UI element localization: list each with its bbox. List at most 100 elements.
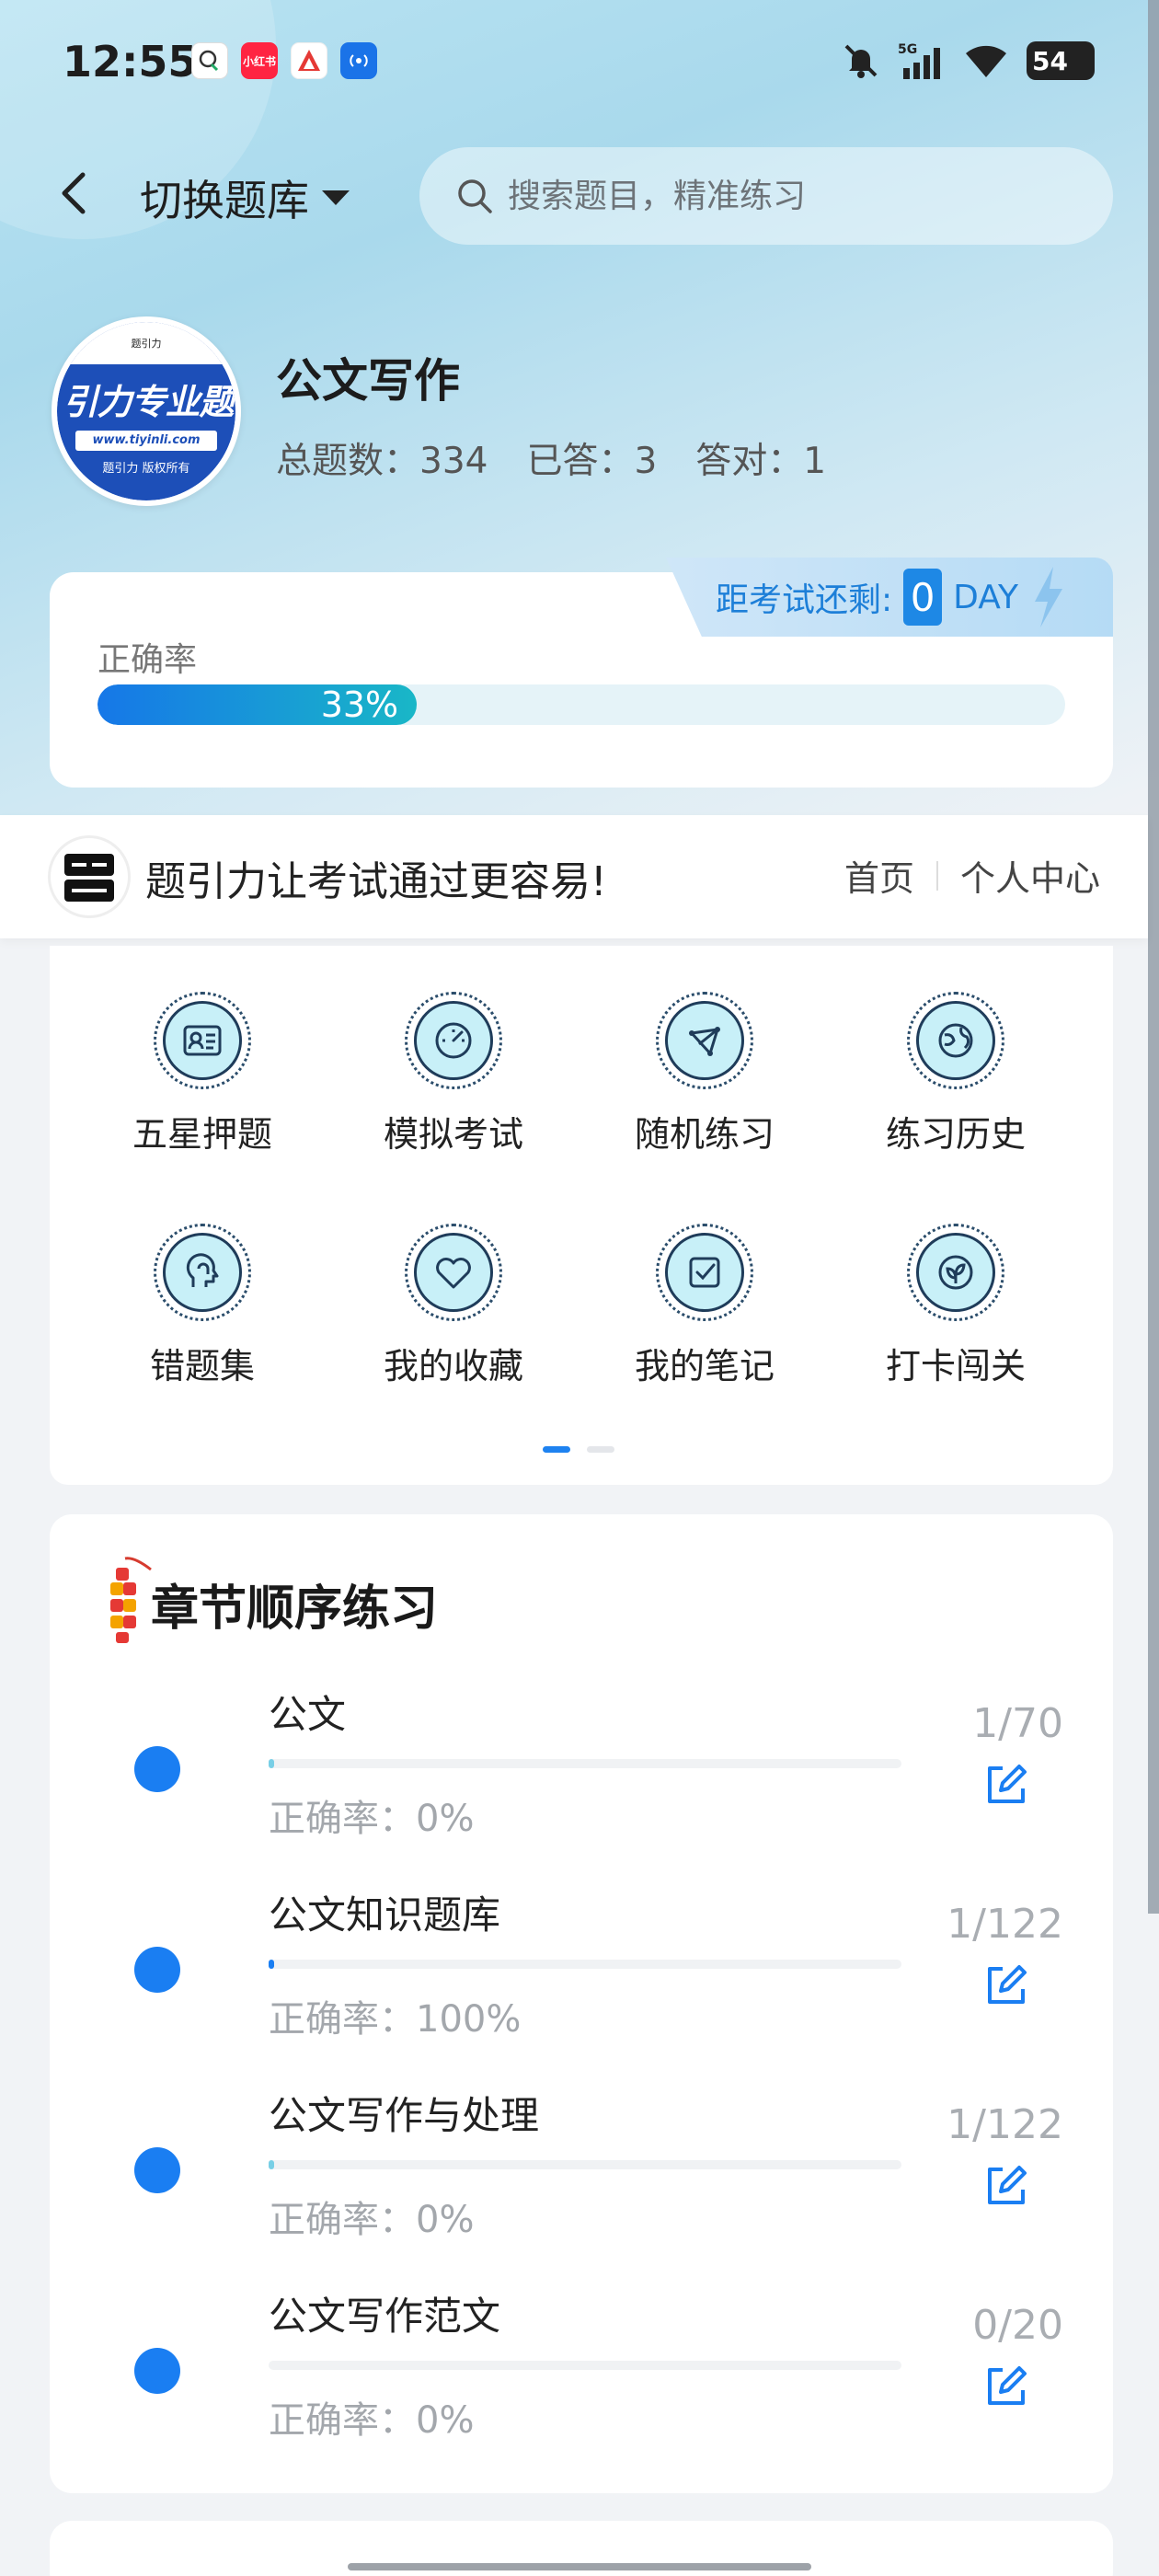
menu-item-five-star[interactable]: 五星押题 <box>110 992 294 1156</box>
network-icon <box>689 1027 720 1056</box>
menu-label: 我的收藏 <box>383 1346 523 1386</box>
menu-label: 随机练习 <box>634 1114 775 1155</box>
logo-url: www.tiyinli.com <box>75 431 217 451</box>
menu-label: 打卡闯关 <box>885 1346 1026 1386</box>
chapter-section-title: 章节顺序练习 <box>151 1581 439 1637</box>
chapter-progress-fill <box>269 2160 274 2169</box>
promo-links: 首页 个人中心 <box>844 850 1100 901</box>
accuracy-progress: 33% <box>98 684 1065 725</box>
chapter-count: 0/20 <box>972 2302 1063 2349</box>
chapter-count: 1/122 <box>947 1901 1063 1948</box>
lightning-icon <box>1035 567 1063 627</box>
chapter-name: 公文写作范文 <box>269 2294 501 2339</box>
chapter-row[interactable]: 公文写作范文 正确率：0% 0/20 <box>50 2271 1113 2455</box>
edit-icon[interactable] <box>982 2363 1030 2410</box>
head-icon <box>186 1253 219 1287</box>
chapter-row[interactable]: 公文写作与处理 正确率：0% 1/122 <box>50 2070 1113 2254</box>
accuracy-value: 33% <box>320 684 399 725</box>
mute-bell-icon <box>844 44 878 78</box>
chapter-bullet <box>134 2348 180 2394</box>
chapter-name: 公文写作与处理 <box>269 2093 540 2138</box>
total-count: 总题数：334 <box>276 441 488 482</box>
chapter-accuracy: 正确率：0% <box>269 2199 475 2241</box>
xiaohongshu-icon: 小红书 <box>241 42 278 79</box>
chapter-row[interactable]: 公文 正确率：0% 1/70 <box>50 1669 1113 1853</box>
chapter-progress <box>269 2361 901 2370</box>
clock: 12:55 <box>63 37 198 86</box>
speedometer-icon <box>435 1022 472 1059</box>
chapter-progress <box>269 2160 901 2169</box>
subject-stats: 总题数：334 已答：3 答对：1 <box>276 432 826 484</box>
accuracy-label: 正确率 <box>98 641 198 679</box>
promo-slogan: 题引力让考试通过更容易! <box>145 858 607 905</box>
chapter-bullet <box>134 1746 180 1792</box>
page-indicator <box>543 1446 614 1453</box>
edit-icon[interactable] <box>982 2162 1030 2210</box>
chapter-progress-fill <box>269 1759 274 1768</box>
status-bar: 12:55 小红书 5G 54 <box>0 0 1159 129</box>
subject-title: 公文写作 <box>276 354 460 408</box>
battery-level: 54 <box>1032 45 1068 76</box>
chapter-progress-fill <box>269 1960 274 1969</box>
chapter-practice-card: 章节顺序练习 公文 正确率：0% 1/70 公文知识题库 正确率：100% 1/… <box>50 1514 1113 2493</box>
switch-bank-dropdown[interactable]: 切换题库 <box>140 166 351 230</box>
chapter-accuracy: 正确率：100% <box>269 1998 522 2041</box>
search-icon <box>458 179 492 213</box>
feature-menu: 五星押题 模拟考试 随机练习 练习历史 错题集 我的收藏 我的笔记 打卡闯关 <box>50 946 1113 1485</box>
svg-text:5G: 5G <box>898 42 917 57</box>
menu-label: 我的笔记 <box>634 1346 775 1386</box>
chapter-progress <box>269 1759 901 1768</box>
chapter-count: 1/70 <box>972 1700 1063 1747</box>
menu-label: 练习历史 <box>885 1114 1026 1155</box>
back-button[interactable] <box>46 164 105 223</box>
switch-bank-label: 切换题库 <box>140 176 309 225</box>
menu-label: 模拟考试 <box>383 1114 523 1155</box>
check-note-icon <box>689 1257 720 1288</box>
edit-icon[interactable] <box>982 1761 1030 1809</box>
exam-countdown-label: 距考试还剩: <box>716 581 893 619</box>
menu-label: 五星押题 <box>132 1114 272 1155</box>
logo-copyright: 题引力 版权所有 <box>102 462 190 476</box>
menu-item-mock-exam[interactable]: 模拟考试 <box>361 992 545 1156</box>
battery-indicator: 54 <box>1027 41 1095 80</box>
menu-label: 错题集 <box>149 1346 255 1386</box>
promo-bar: 题引力让考试通过更容易! 首页 个人中心 <box>0 815 1148 938</box>
menu-item-wrong-questions[interactable]: 错题集 <box>110 1224 294 1388</box>
menu-item-favorites[interactable]: 我的收藏 <box>361 1224 545 1388</box>
correct-count: 答对：1 <box>695 441 827 482</box>
menu-item-notes[interactable]: 我的笔记 <box>613 1224 797 1388</box>
chapter-row[interactable]: 公文知识题库 正确率：100% 1/122 <box>50 1869 1113 2053</box>
chapter-name: 公文知识题库 <box>269 1892 501 1938</box>
chapter-name: 公文 <box>269 1692 347 1737</box>
edit-icon[interactable] <box>982 1961 1030 2009</box>
menu-item-history[interactable]: 练习历史 <box>864 992 1048 1156</box>
wallet-app-icon <box>191 42 228 79</box>
logo-top-text: 题引力 <box>57 322 235 364</box>
globe-icon <box>938 1023 973 1058</box>
id-card-icon <box>183 1025 222 1056</box>
chapter-bullet <box>134 2147 180 2193</box>
menu-item-random-practice[interactable]: 随机练习 <box>613 992 797 1156</box>
menu-item-checkin[interactable]: 打卡闯关 <box>864 1224 1048 1388</box>
accuracy-progress-fill: 33% <box>98 684 418 725</box>
wifi-icon <box>966 45 1006 77</box>
chapter-accuracy: 正确率：0% <box>269 2399 475 2442</box>
brand-logo-icon <box>48 835 131 918</box>
home-indicator[interactable] <box>348 2563 811 2570</box>
delivery-app-icon <box>291 42 327 79</box>
home-link[interactable]: 首页 <box>844 850 914 901</box>
answered-count: 已答：3 <box>526 441 658 482</box>
page-dot[interactable] <box>587 1446 614 1453</box>
nfc-app-icon <box>340 42 377 79</box>
page-dot-active[interactable] <box>543 1446 570 1453</box>
search-input[interactable] <box>508 177 1060 215</box>
exam-days-unit: DAY <box>953 578 1019 616</box>
search-bar[interactable] <box>419 147 1113 245</box>
chapter-progress <box>269 1960 901 1969</box>
user-center-link[interactable]: 个人中心 <box>960 850 1100 901</box>
caret-down-icon <box>322 190 350 205</box>
link-divider <box>935 860 938 891</box>
logo-main-text: 引力专业题 <box>63 382 234 422</box>
scrollbar[interactable] <box>1148 0 1159 1914</box>
exam-countdown: 距考试还剩: 0 DAY <box>666 558 1113 637</box>
